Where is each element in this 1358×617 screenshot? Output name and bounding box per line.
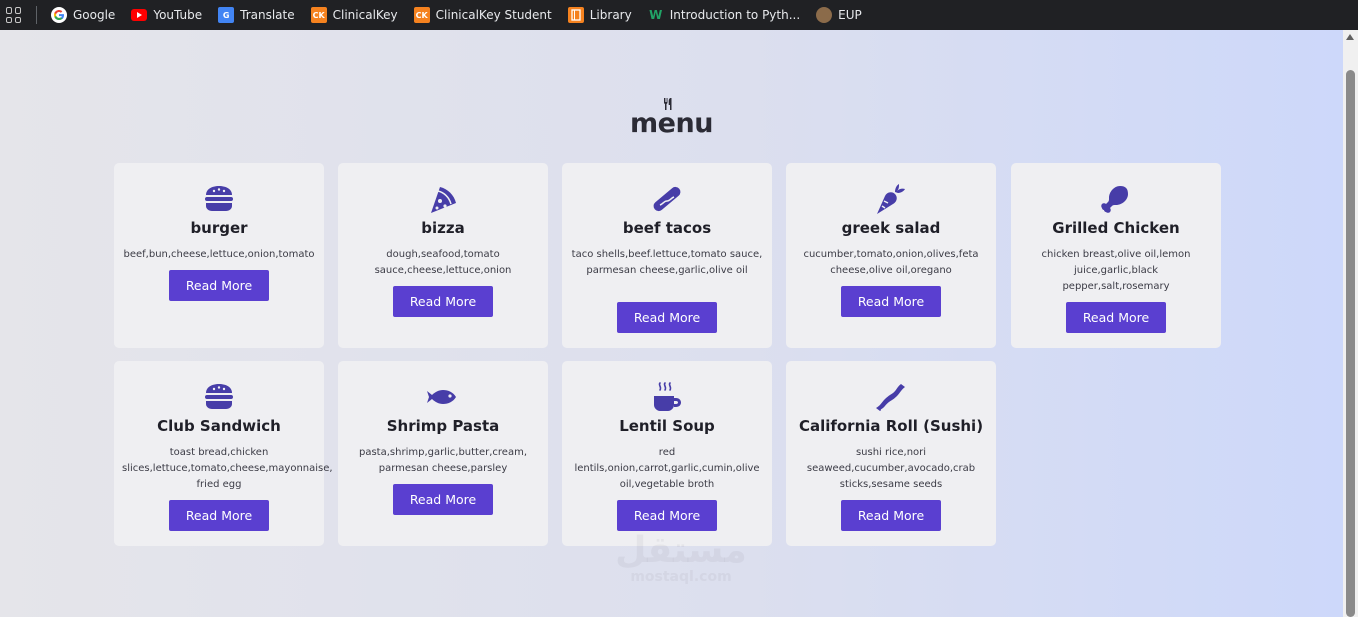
read-more-button[interactable]: Read More xyxy=(393,286,493,317)
bookmark-translate[interactable]: G Translate xyxy=(218,7,295,23)
card-ingredients: cucumber,tomato,onion,olives,feta cheese… xyxy=(803,249,979,276)
bookmark-label: ClinicalKey xyxy=(332,8,398,22)
hotdog-icon xyxy=(562,181,772,217)
bookmark-clinicalkey-student[interactable]: CK ClinicalKey Student xyxy=(413,7,552,23)
clinicalkey-icon: CK xyxy=(310,7,327,23)
scroll-thumb[interactable] xyxy=(1346,70,1355,617)
watermark-main: مستقل xyxy=(615,530,747,571)
menu-card: Club Sandwich toast bread,chicken slices,… xyxy=(114,361,333,546)
card-ingredients: pasta,shrimp,garlic,butter,cream, parmes… xyxy=(359,447,527,474)
bookmark-label: Google xyxy=(73,8,116,22)
library-icon xyxy=(567,7,584,23)
menu-card: Grilled Chicken chicken breast,olive oil,… xyxy=(1011,163,1221,348)
page-content: menu burger beef,bun,cheese,lettuce,onion… xyxy=(0,30,1343,617)
drumstick-icon xyxy=(1011,181,1221,217)
read-more-button[interactable]: Read More xyxy=(841,286,941,317)
menu-card: California Roll (Sushi) sushi rice,nori s… xyxy=(786,361,996,546)
eup-icon xyxy=(816,7,833,23)
carrot-icon xyxy=(786,181,996,217)
watermark-sub: mostaql.com xyxy=(630,569,732,585)
menu-card: bizza dough,seafood,tomato sauce,cheese,l… xyxy=(338,163,548,348)
bookmark-youtube[interactable]: YouTube xyxy=(131,8,202,22)
card-title: Lentil Soup xyxy=(619,417,715,435)
card-ingredients: dough,seafood,tomato sauce,cheese,lettuc… xyxy=(374,249,512,276)
bookmark-label: EUP xyxy=(838,8,862,22)
google-icon xyxy=(51,7,67,23)
vertical-scrollbar[interactable] xyxy=(1343,30,1358,617)
bookmarks-bar: Google YouTube G Translate CK ClinicalKe… xyxy=(0,0,1358,30)
page-title: menu xyxy=(630,108,713,139)
bookmark-python-course[interactable]: W Introduction to Pyth... xyxy=(648,7,800,23)
burger-icon xyxy=(114,379,324,415)
card-title: greek salad xyxy=(841,219,941,237)
mug-hot-icon xyxy=(562,379,772,415)
card-ingredients: beef,bun,cheese,lettuce,onion,tomato xyxy=(123,249,315,260)
read-more-button[interactable]: Read More xyxy=(1066,302,1166,333)
read-more-button[interactable]: Read More xyxy=(169,270,269,301)
read-more-button[interactable]: Read More xyxy=(393,484,493,515)
menu-card: greek salad cucumber,tomato,onion,olives,… xyxy=(786,163,996,348)
bookmark-clinicalkey[interactable]: CK ClinicalKey xyxy=(310,7,398,23)
translate-icon: G xyxy=(218,7,235,23)
bookmark-label: Translate xyxy=(240,8,295,22)
menu-card: Lentil Soup red lentils,onion,carrot,garl… xyxy=(562,361,772,546)
card-ingredients: taco shells,beef.lettuce,tomato sauce, p… xyxy=(571,249,763,276)
apps-grid-icon[interactable] xyxy=(6,7,22,23)
read-more-button[interactable]: Read More xyxy=(617,500,717,531)
menu-card: Shrimp Pasta pasta,shrimp,garlic,butter,c… xyxy=(338,361,548,546)
bookmark-label: Introduction to Pyth... xyxy=(669,8,801,22)
w-icon: W xyxy=(649,8,663,22)
card-title: Grilled Chicken xyxy=(1052,219,1180,237)
card-title: burger xyxy=(190,219,248,237)
read-more-button[interactable]: Read More xyxy=(169,500,269,531)
card-title: Club Sandwich xyxy=(157,417,281,435)
youtube-icon xyxy=(131,9,148,21)
burger-icon xyxy=(114,181,324,217)
card-title: beef tacos xyxy=(622,219,712,237)
read-more-button[interactable]: Read More xyxy=(617,302,717,333)
bookmark-library[interactable]: Library xyxy=(567,7,632,23)
card-ingredients: chicken breast,olive oil,lemon juice,gar… xyxy=(1041,249,1191,292)
scroll-up-arrow-icon[interactable] xyxy=(1346,34,1354,40)
card-title: bizza xyxy=(421,219,465,237)
card-title: California Roll (Sushi) xyxy=(798,417,984,435)
bookmark-label: Library xyxy=(589,8,632,22)
fish-icon xyxy=(338,379,548,415)
read-more-button[interactable]: Read More xyxy=(841,500,941,531)
bookmark-label: YouTube xyxy=(153,8,203,22)
card-ingredients: red lentils,onion,carrot,garlic,cumin,ol… xyxy=(574,447,760,490)
menu-card: burger beef,bun,cheese,lettuce,onion,toma… xyxy=(114,163,324,348)
clinicalkey-student-icon: CK xyxy=(413,7,430,23)
card-title: Shrimp Pasta xyxy=(386,417,500,435)
bookmark-label: ClinicalKey Student xyxy=(435,8,552,22)
card-ingredients: sushi rice,nori seaweed,cucumber,avocado… xyxy=(806,447,976,490)
watermark: مستقل mostaql.com xyxy=(596,530,766,585)
card-ingredients: toast bread,chicken slices,lettuce,tomat… xyxy=(122,447,333,490)
pizza-slice-icon xyxy=(338,181,548,217)
bacon-icon xyxy=(786,379,996,415)
bookmark-eup[interactable]: EUP xyxy=(816,7,862,23)
bookmarks-divider xyxy=(36,6,37,24)
menu-card: beef tacos taco shells,beef.lettuce,tomat… xyxy=(562,163,772,348)
bookmark-google[interactable]: Google xyxy=(51,7,115,23)
